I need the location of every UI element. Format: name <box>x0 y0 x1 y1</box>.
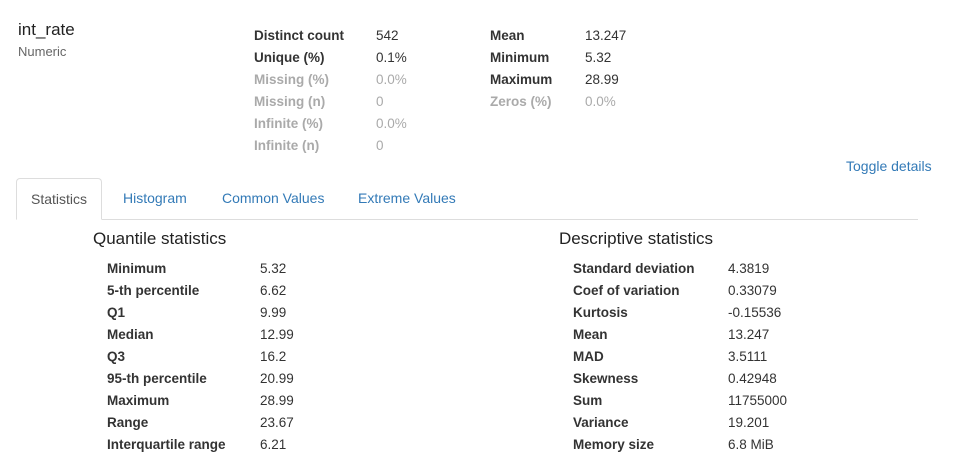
overview-value: 0.1% <box>376 50 407 65</box>
stat-value: 6.8 MiB <box>728 437 774 452</box>
overview-row: Infinite (%) 0.0% <box>254 113 407 135</box>
table-row: Q3 16.2 <box>107 346 294 368</box>
overview-value: 0.0% <box>585 94 616 109</box>
table-row: 5-th percentile 6.62 <box>107 280 294 302</box>
descriptive-statistics-table: Standard deviation 4.3819 Coef of variati… <box>573 258 787 456</box>
table-row: Coef of variation 0.33079 <box>573 280 787 302</box>
table-row: Skewness 0.42948 <box>573 368 787 390</box>
details-tabs: Statistics Histogram Common Values Extre… <box>16 178 918 220</box>
overview-label: Infinite (n) <box>254 138 320 153</box>
table-row: Kurtosis -0.15536 <box>573 302 787 324</box>
stat-label: 5-th percentile <box>107 283 200 298</box>
overview-label: Distinct count <box>254 28 344 43</box>
stat-value: 9.99 <box>260 305 287 320</box>
overview-value: 0 <box>376 94 384 109</box>
tab-extreme-values[interactable]: Extreme Values <box>358 178 456 218</box>
table-row: Range 23.67 <box>107 412 294 434</box>
overview-row: Unique (%) 0.1% <box>254 47 407 69</box>
stat-label: Minimum <box>107 261 167 276</box>
stat-label: Memory size <box>573 437 655 452</box>
stat-value: 20.99 <box>260 371 294 386</box>
stat-value: 16.2 <box>260 349 287 364</box>
overview-label: Missing (n) <box>254 94 326 109</box>
stat-label: Q3 <box>107 349 126 364</box>
table-row: Standard deviation 4.3819 <box>573 258 787 280</box>
stat-label: Range <box>107 415 149 430</box>
tab-statistics[interactable]: Statistics <box>16 178 103 220</box>
table-row: MAD 3.5111 <box>573 346 787 368</box>
stat-value: 4.3819 <box>728 261 770 276</box>
overview-label: Missing (%) <box>254 72 330 87</box>
stat-value: 19.201 <box>728 415 770 430</box>
overview-row: Missing (n) 0 <box>254 91 407 113</box>
quantile-statistics-title: Quantile statistics <box>93 229 227 248</box>
table-row: Median 12.99 <box>107 324 294 346</box>
variable-type: Numeric <box>18 44 67 59</box>
stat-value: 0.42948 <box>728 371 777 386</box>
stat-value: 5.32 <box>260 261 287 276</box>
stat-value: 6.21 <box>260 437 287 452</box>
stat-label: Median <box>107 327 154 342</box>
overview-label: Unique (%) <box>254 50 325 65</box>
overview-row: Maximum 28.99 <box>490 69 626 91</box>
stat-label: Coef of variation <box>573 283 680 298</box>
overview-value: 0.0% <box>376 72 407 87</box>
overview-value: 542 <box>376 28 399 43</box>
overview-value: 13.247 <box>585 28 627 43</box>
overview-label: Maximum <box>490 72 553 87</box>
stat-value: 3.5111 <box>728 349 768 364</box>
descriptive-statistics-title: Descriptive statistics <box>559 229 713 248</box>
table-row: Memory size 6.8 MiB <box>573 434 787 456</box>
overview-row: Mean 13.247 <box>490 25 626 47</box>
overview-value: 0 <box>376 138 384 153</box>
stat-value: 0.33079 <box>728 283 777 298</box>
toggle-details-link[interactable]: Toggle details <box>846 158 932 174</box>
overview-value: 28.99 <box>585 72 619 87</box>
overview-row: Distinct count 542 <box>254 25 407 47</box>
stat-value: -0.15536 <box>728 305 782 320</box>
overview-label: Minimum <box>490 50 550 65</box>
overview-row: Missing (%) 0.0% <box>254 69 407 91</box>
variable-name: int_rate <box>18 20 75 39</box>
stat-label: Mean <box>573 327 608 342</box>
table-row: Minimum 5.32 <box>107 258 294 280</box>
stat-value: 6.62 <box>260 283 287 298</box>
stat-value: 11755000 <box>728 393 788 408</box>
stat-label: Q1 <box>107 305 126 320</box>
overview-row: Infinite (n) 0 <box>254 135 407 157</box>
stat-value: 12.99 <box>260 327 294 342</box>
stat-label: Sum <box>573 393 603 408</box>
overview-row: Zeros (%) 0.0% <box>490 91 626 113</box>
stat-label: Variance <box>573 415 629 430</box>
stat-value: 23.67 <box>260 415 294 430</box>
overview-table-right: Mean 13.247 Minimum 5.32 Maximum 28.99 Zero… <box>490 25 626 113</box>
overview-row: Minimum 5.32 <box>490 47 626 69</box>
overview-label: Mean <box>490 28 525 43</box>
stat-value: 28.99 <box>260 393 294 408</box>
stat-label: 95-th percentile <box>107 371 207 386</box>
overview-label: Infinite (%) <box>254 116 323 131</box>
overview-label: Zeros (%) <box>490 94 552 109</box>
stat-label: MAD <box>573 349 604 364</box>
table-row: Sum 11755000 <box>573 390 787 412</box>
overview-value: 0.0% <box>376 116 407 131</box>
table-row: Mean 13.247 <box>573 324 787 346</box>
overview-value: 5.32 <box>585 50 612 65</box>
stat-label: Standard deviation <box>573 261 695 276</box>
table-row: Maximum 28.99 <box>107 390 294 412</box>
stat-label: Maximum <box>107 393 170 408</box>
table-row: Q1 9.99 <box>107 302 294 324</box>
table-row: Variance 19.201 <box>573 412 787 434</box>
overview-table-left: Distinct count 542 Unique (%) 0.1% Missing… <box>254 25 407 157</box>
tab-common-values[interactable]: Common Values <box>222 178 324 218</box>
table-row: 95-th percentile 20.99 <box>107 368 294 390</box>
stat-label: Skewness <box>573 371 639 386</box>
quantile-statistics-table: Minimum 5.32 5-th percentile 6.62 Q1 9.99 M… <box>107 258 294 456</box>
stat-label: Interquartile range <box>107 437 226 452</box>
stat-label: Kurtosis <box>573 305 628 320</box>
tab-histogram[interactable]: Histogram <box>123 178 187 218</box>
stat-value: 13.247 <box>728 327 770 342</box>
table-row: Interquartile range 6.21 <box>107 434 294 456</box>
